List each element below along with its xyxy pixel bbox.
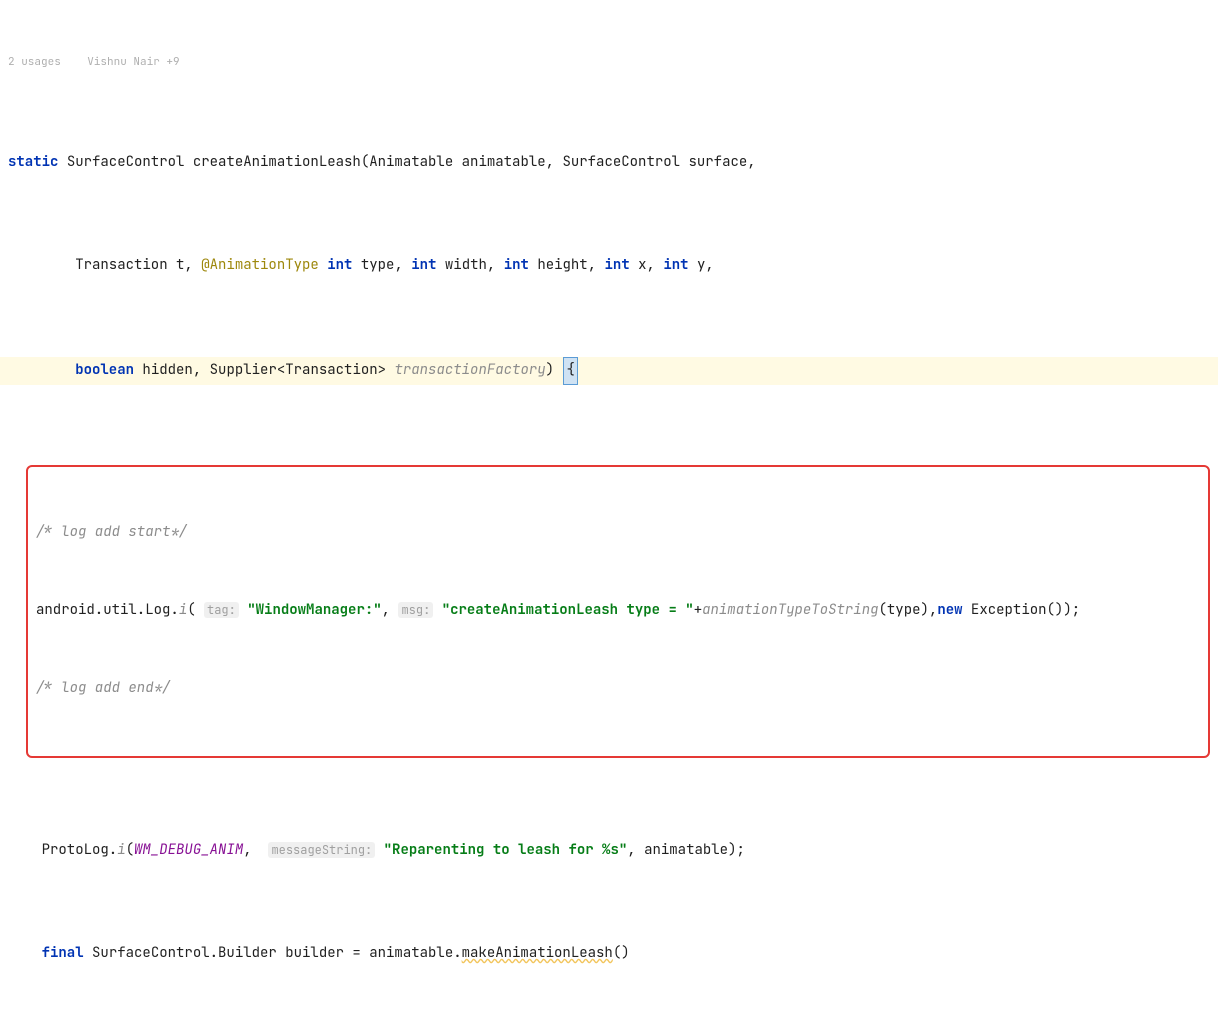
string-literal: "Reparenting to leash for %s" [384, 841, 628, 859]
method-name: createAnimationLeash [193, 153, 361, 171]
keyword-boolean: boolean [75, 361, 134, 379]
usage-hint: 2 usages Vishnu Nair +9 [0, 52, 1218, 72]
keyword-int: int [411, 256, 436, 274]
param-name: y [697, 256, 705, 274]
param-hint: messageString: [268, 842, 375, 858]
code-line[interactable]: static SurfaceControl createAnimationLea… [0, 150, 1218, 176]
code-line[interactable]: android.util.Log.i( tag: "WindowManager:… [28, 598, 1208, 624]
rest: , animatable); [627, 841, 745, 859]
cursor: { [563, 357, 577, 385]
param-name: type [361, 256, 395, 274]
code-line[interactable]: /* log add end*/ [28, 676, 1208, 702]
param-name: height [537, 256, 587, 274]
param-name: t [176, 256, 184, 274]
param-name: width [445, 256, 487, 274]
method-i: i [117, 841, 125, 859]
param-name: x [638, 256, 646, 274]
keyword-new: new [937, 601, 962, 619]
param-type: Animatable [369, 153, 453, 171]
param-name: surface [688, 153, 747, 171]
param-name: animatable [462, 153, 546, 171]
method-call: animationTypeToString [702, 601, 878, 619]
exception: Exception()); [963, 601, 1081, 619]
method-i: i [179, 601, 187, 619]
param-hint-msg: msg: [398, 602, 433, 618]
keyword-int: int [605, 256, 630, 274]
code-line[interactable]: Transaction t, @AnimationType int type, … [0, 253, 1218, 279]
string-literal: "WindowManager:" [247, 601, 381, 619]
comment: /* log add end*/ [36, 679, 170, 697]
paren: ( [126, 841, 134, 859]
param-name: transactionFactory [394, 361, 545, 379]
builder-decl: SurfaceControl.Builder builder = animata… [92, 944, 462, 962]
keyword-int: int [504, 256, 529, 274]
field-ref: WM_DEBUG_ANIM [134, 841, 243, 859]
plus-op: + [694, 601, 702, 619]
highlighted-block: /* log add start*/ android.util.Log.i( t… [26, 465, 1210, 758]
param-type: Transaction [75, 256, 167, 274]
code-editor[interactable]: 2 usages Vishnu Nair +9 static SurfaceCo… [0, 0, 1218, 1010]
log-call: android.util.Log. [36, 601, 179, 619]
keyword-int: int [327, 256, 352, 274]
keyword-static: static [8, 153, 58, 171]
method-make: makeAnimationLeash [462, 944, 613, 962]
proto-call: ProtoLog. [42, 841, 118, 859]
code-line-highlighted[interactable]: boolean hidden, Supplier<Transaction> tr… [0, 357, 1218, 385]
args: (type), [879, 601, 938, 619]
code-line[interactable]: ProtoLog.i(WM_DEBUG_ANIM, messageString:… [0, 838, 1218, 864]
return-type: SurfaceControl [67, 153, 185, 171]
comment: /* log add start*/ [36, 523, 187, 541]
code-line[interactable]: final SurfaceControl.Builder builder = a… [0, 941, 1218, 967]
code-line[interactable]: /* log add start*/ [28, 520, 1208, 546]
keyword-final: final [42, 944, 84, 962]
param-hint-tag: tag: [204, 602, 239, 618]
param-type: SurfaceControl [562, 153, 680, 171]
parens: () [613, 944, 630, 962]
string-literal: "createAnimationLeash type = " [442, 601, 694, 619]
param-name: hidden [142, 361, 192, 379]
annotation: @AnimationType [201, 256, 319, 274]
keyword-int: int [663, 256, 688, 274]
param-type: Supplier<Transaction> [210, 361, 386, 379]
